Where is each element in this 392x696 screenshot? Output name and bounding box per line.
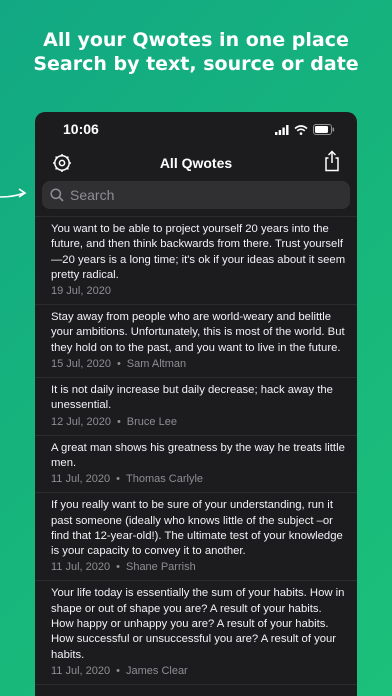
quote-source: Thomas Carlyle: [125, 473, 204, 486]
promo-heading: All your Qwotes in one place Search by t…: [0, 28, 392, 76]
list-item[interactable]: It is not daily increase but daily decre…: [35, 378, 357, 436]
list-item[interactable]: You want to be able to project yourself …: [35, 217, 357, 306]
separator-dot: •: [116, 358, 121, 371]
quote-list: You want to be able to project yourself …: [35, 216, 357, 685]
quote-source: Shane Parrish: [125, 561, 196, 574]
quote-date: 15 Jul, 2020: [51, 358, 111, 371]
settings-icon[interactable]: [52, 153, 72, 173]
quote-source: James Clear: [125, 664, 188, 677]
quote-text: It is not daily increase but daily decre…: [51, 384, 333, 412]
list-item[interactable]: Stay away from people who are world-wear…: [35, 305, 357, 379]
quote-date: 12 Jul, 2020: [51, 415, 111, 428]
quote-text: Your life today is essentially the sum o…: [51, 587, 345, 661]
search-icon: [50, 188, 64, 202]
phone-screen: 10:06 All Qwotes Search You want to be a…: [35, 112, 357, 696]
battery-icon: [313, 124, 335, 135]
quote-meta: 19 Jul, 2020: [51, 284, 347, 299]
search-container: [35, 181, 357, 209]
arrow-right-icon: [0, 188, 27, 198]
quote-meta: 15 Jul, 2020 • Sam Altman: [51, 357, 347, 372]
quote-text: Stay away from people who are world-wear…: [51, 311, 345, 354]
quote-date: 11 Jul, 2020: [51, 664, 111, 677]
separator-dot: •: [116, 415, 121, 428]
wifi-icon: [294, 124, 308, 135]
share-icon[interactable]: [323, 150, 341, 172]
signal-icon: [275, 124, 289, 135]
navigation-bar: All Qwotes: [35, 146, 357, 180]
status-icons: [275, 124, 335, 135]
quote-meta: 11 Jul, 2020 • Shane Parrish: [51, 560, 347, 575]
status-bar: 10:06: [35, 112, 357, 146]
quote-meta: 12 Jul, 2020 • Bruce Lee: [51, 415, 347, 430]
promo-line-1: All your Qwotes in one place: [43, 29, 349, 51]
separator-dot: •: [116, 664, 120, 677]
search-bar[interactable]: [42, 181, 350, 209]
status-time: 10:06: [63, 121, 99, 137]
list-item[interactable]: If you really want to be sure of your un…: [35, 493, 357, 582]
separator-dot: •: [116, 561, 120, 574]
list-item[interactable]: Your life today is essentially the sum o…: [35, 581, 357, 685]
quote-meta: 11 Jul, 2020 • Thomas Carlyle: [51, 472, 347, 487]
page-title: All Qwotes: [159, 155, 233, 171]
quote-source: Sam Altman: [126, 358, 187, 371]
list-item[interactable]: A great man shows his greatness by the w…: [35, 436, 357, 494]
quote-source: Bruce Lee: [126, 415, 177, 428]
quote-text: If you really want to be sure of your un…: [51, 499, 343, 558]
quote-date: 19 Jul, 2020: [51, 285, 111, 298]
promo-line-2: Search by text, source or date: [33, 53, 359, 75]
quote-date: 11 Jul, 2020: [51, 473, 111, 486]
quote-date: 11 Jul, 2020: [51, 561, 111, 574]
quote-text: A great man shows his greatness by the w…: [51, 441, 345, 469]
quote-text: You want to be able to project yourself …: [51, 223, 346, 281]
search-input[interactable]: [70, 187, 310, 203]
separator-dot: •: [116, 473, 120, 486]
quote-meta: 11 Jul, 2020 • James Clear: [51, 664, 347, 679]
